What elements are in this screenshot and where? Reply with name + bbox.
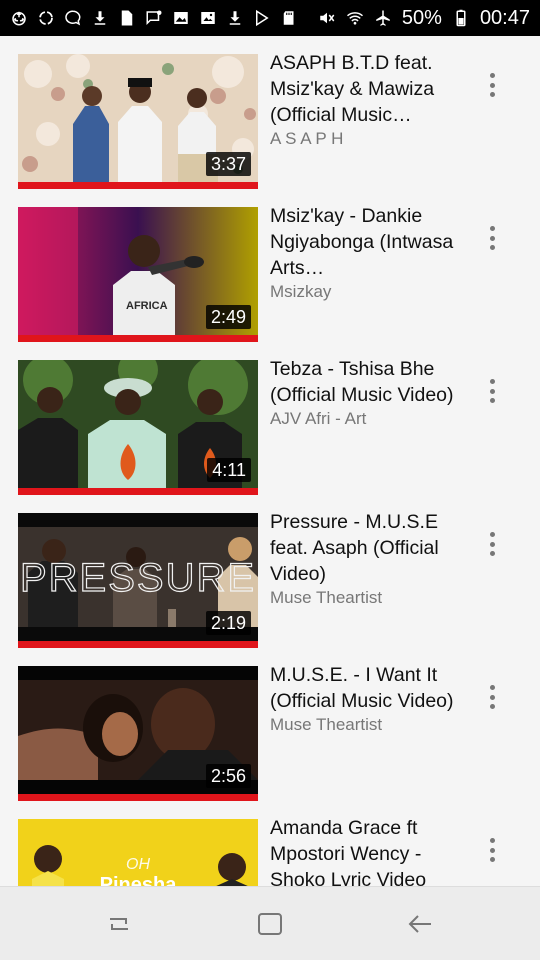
more-options-icon[interactable]	[480, 835, 504, 865]
video-item[interactable]: PRESSURE 2:19 Pressure - M.U.S.E feat. A…	[0, 495, 540, 648]
more-options-icon[interactable]	[480, 682, 504, 712]
battery-percent: 50%	[401, 6, 442, 29]
home-icon[interactable]	[255, 909, 285, 939]
recycle-icon	[10, 9, 28, 27]
video-title[interactable]: Tebza - Tshisa Bhe (Official Music Video…	[270, 356, 470, 408]
system-navigation-bar	[0, 886, 540, 960]
video-title[interactable]: ASAPH B.T.D feat. Msiz'kay & Mawiza (Off…	[270, 50, 470, 128]
channel-name[interactable]: Muse Theartist	[270, 714, 470, 736]
watched-progress-bar	[18, 335, 258, 342]
mute-icon	[318, 9, 336, 27]
watched-progress-bar	[18, 641, 258, 648]
watched-progress-bar	[18, 488, 258, 495]
more-options-icon[interactable]	[480, 70, 504, 100]
airplane-icon	[374, 9, 392, 27]
video-title[interactable]: M.U.S.E. - I Want It (Official Music Vid…	[270, 662, 470, 714]
video-thumbnail[interactable]: AFRICA 2:49	[18, 207, 258, 342]
channel-name[interactable]: A S A P H	[270, 128, 470, 150]
battery-icon	[452, 9, 470, 27]
system-status: 50% 00:47	[318, 7, 530, 30]
video-thumbnail[interactable]: OH Pinesha	[18, 819, 258, 886]
more-options-icon[interactable]	[480, 529, 504, 559]
sd-card-icon	[280, 9, 298, 27]
document-icon	[118, 9, 136, 27]
video-duration: 2:19	[205, 611, 251, 635]
video-thumbnail[interactable]: 2:56	[18, 666, 258, 801]
download-icon	[91, 9, 109, 27]
video-duration: 2:49	[205, 305, 251, 329]
svg-text:OH: OH	[126, 856, 150, 873]
thumbnail-image: OH Pinesha	[18, 819, 258, 886]
video-duration: 3:37	[205, 152, 251, 176]
video-item[interactable]: 2:56 M.U.S.E. - I Want It (Official Musi…	[0, 648, 540, 801]
notification-icons	[10, 9, 318, 27]
video-item[interactable]: OH Pinesha Amanda Grace ft Mpostori Wenc…	[0, 801, 540, 886]
video-item[interactable]: AFRICA 2:49 Msiz'kay - Dankie Ngiyabonga…	[0, 189, 540, 342]
video-duration: 4:11	[207, 458, 251, 482]
channel-name[interactable]: AJV Afri - Art	[270, 408, 470, 430]
play-store-icon	[253, 9, 271, 27]
video-thumbnail[interactable]: 4:11	[18, 360, 258, 495]
channel-name[interactable]: Muse Theartist	[270, 587, 470, 609]
video-item[interactable]: 4:11 Tebza - Tshisa Bhe (Official Music …	[0, 342, 540, 495]
clock: 00:47	[479, 6, 530, 29]
watched-progress-bar	[18, 794, 258, 801]
gallery-icon	[172, 9, 190, 27]
video-thumbnail[interactable]: PRESSURE 2:19	[18, 513, 258, 648]
svg-text:AFRICA: AFRICA	[126, 300, 168, 312]
status-bar: 50% 00:47	[0, 0, 540, 36]
svg-text:Pinesha: Pinesha	[100, 874, 178, 886]
message-icon	[145, 9, 163, 27]
video-title[interactable]: Amanda Grace ft Mpostori Wency - Shoko L…	[270, 815, 470, 886]
video-feed[interactable]: 3:37 ASAPH B.T.D feat. Msiz'kay & Mawiza…	[0, 36, 540, 886]
more-options-icon[interactable]	[480, 376, 504, 406]
video-duration: 2:56	[205, 764, 251, 788]
channel-name[interactable]: Msizkay	[270, 281, 470, 303]
back-icon[interactable]	[405, 909, 435, 939]
image-icon	[199, 9, 217, 27]
recycle-icon	[37, 9, 55, 27]
video-item[interactable]: 3:37 ASAPH B.T.D feat. Msiz'kay & Mawiza…	[0, 36, 540, 189]
video-thumbnail[interactable]: 3:37	[18, 54, 258, 189]
download-icon	[226, 9, 244, 27]
more-options-icon[interactable]	[480, 223, 504, 253]
watched-progress-bar	[18, 182, 258, 189]
video-title[interactable]: Msiz'kay - Dankie Ngiyabonga (Intwasa Ar…	[270, 203, 470, 281]
video-title[interactable]: Pressure - M.U.S.E feat. Asaph (Official…	[270, 509, 470, 587]
thumbnail-overlay-text: PRESSURE	[20, 556, 256, 600]
chat-icon	[64, 9, 82, 27]
wifi-icon	[346, 9, 364, 27]
recents-icon[interactable]	[104, 909, 134, 939]
